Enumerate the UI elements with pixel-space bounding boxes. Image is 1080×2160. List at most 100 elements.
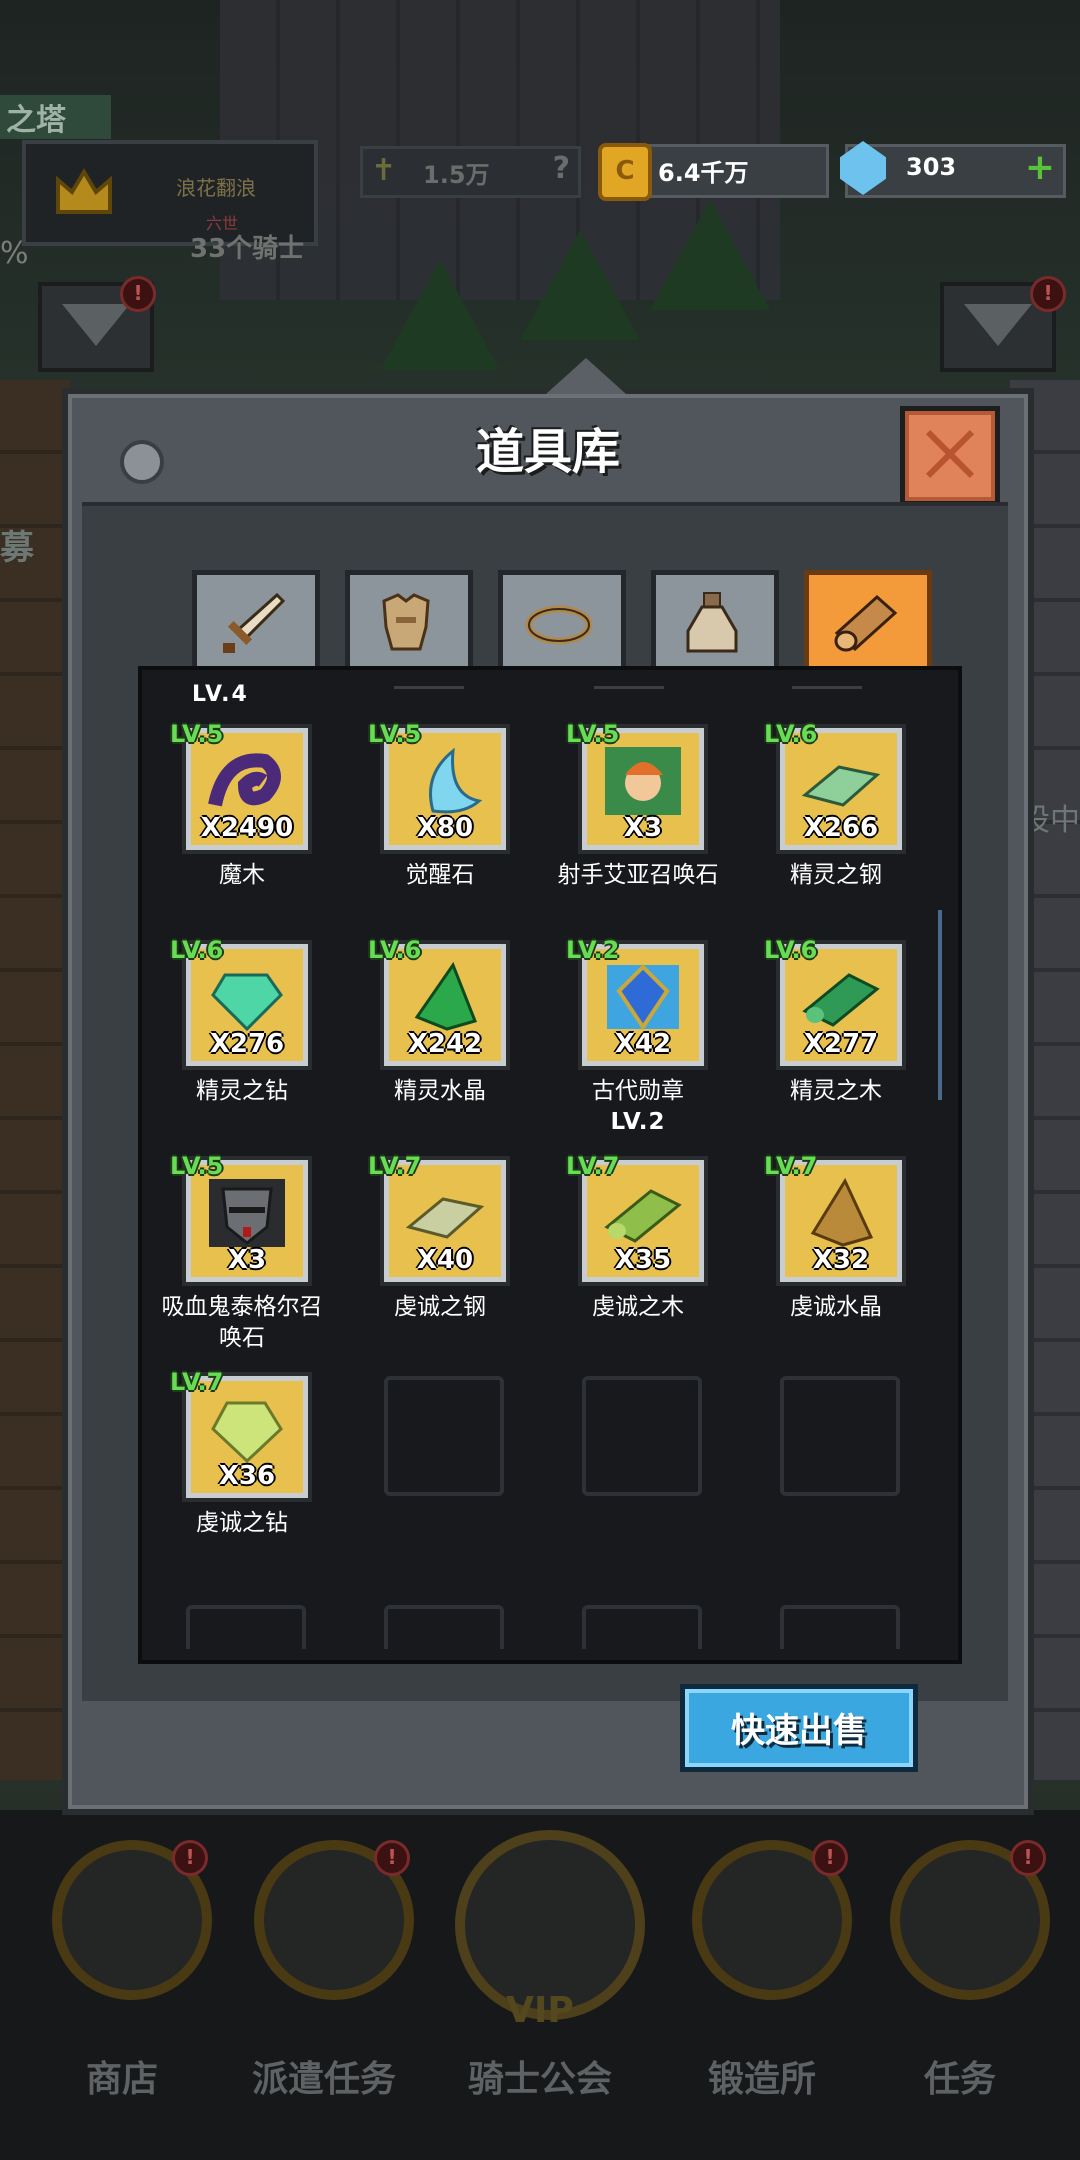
empty-slot <box>780 1376 900 1496</box>
item-name: 古代勋章 LV.2 <box>548 1076 728 1138</box>
item-cell[interactable]: X276 LV.6 精灵之钻 <box>152 936 332 1146</box>
item-quantity: X32 <box>812 1245 870 1275</box>
envelope-icon <box>62 304 130 346</box>
empty-item-cell <box>548 1368 728 1578</box>
empty-slot <box>582 1605 702 1649</box>
gold-value: 6.4千万 <box>658 159 749 187</box>
item-quantity: X80 <box>416 813 474 843</box>
pious-steel-icon <box>405 1197 485 1239</box>
item-cell[interactable]: X277 LV.6 精灵之木 <box>746 936 926 1146</box>
item-level: LV.5 <box>170 1152 224 1180</box>
vip-badge: VIP <box>506 1990 574 2031</box>
item-level: LV.6 <box>368 936 422 964</box>
partial-level-label: LV.4 <box>192 682 249 707</box>
scrollbar[interactable] <box>938 910 942 1100</box>
empty-item-cell <box>746 1368 926 1578</box>
dark-wood-icon <box>208 753 281 807</box>
nav-shop[interactable]: ! 商店 <box>32 1840 212 2100</box>
item-cell[interactable]: X2490 LV.5 魔木 <box>152 720 332 930</box>
item-name: 精灵之木 <box>790 1078 882 1104</box>
item-quantity: X266 <box>803 813 879 843</box>
nav-label: 骑士公会 <box>467 2059 612 2100</box>
nav-guild[interactable]: VIP 骑士公会 <box>450 1830 645 2100</box>
pious-diamond-icon <box>211 1401 283 1464</box>
notification-badge: ! <box>812 1840 848 1876</box>
ancient-medal-icon <box>607 964 679 1031</box>
power-display[interactable]: ✝ 1.5万 ? <box>360 146 581 198</box>
item-cell[interactable]: X42 LV.2 古代勋章 LV.2 <box>548 936 728 1146</box>
nav-quests[interactable]: ! 任务 <box>870 1840 1050 2100</box>
quick-sell-label: 快速出售 <box>731 1711 867 1751</box>
item-level: LV.2 <box>566 936 620 964</box>
notification-badge: ! <box>1010 1840 1046 1876</box>
item-cell[interactable]: X80 LV.5 觉醒石 <box>350 720 530 930</box>
item-cell[interactable]: X266 LV.6 精灵之钢 <box>746 720 926 930</box>
item-cell[interactable]: X35 LV.7 虔诚之木 <box>548 1152 728 1362</box>
tab-armor[interactable] <box>345 570 473 667</box>
knights-count: 33个骑士 <box>190 234 305 264</box>
inventory-modal: 道具库 LV.4 X2490 LV.5 魔木 X80 LV.5 觉醒石 X3 L… <box>62 358 1034 1815</box>
item-grid[interactable]: LV.4 X2490 LV.5 魔木 X80 LV.5 觉醒石 X3 LV.5 射手艾亚召唤石 X… <box>138 666 962 1664</box>
side-label-left: 募 <box>0 528 34 568</box>
elf-wood-icon <box>802 973 880 1027</box>
awakening-stone-icon <box>429 747 483 814</box>
item-sublabel: LV.2 <box>610 1109 666 1135</box>
tab-material[interactable] <box>804 570 932 667</box>
elf-steel-icon <box>801 765 881 807</box>
help-icon[interactable]: ? <box>553 151 570 186</box>
quick-sell-button[interactable]: 快速出售 <box>680 1684 918 1772</box>
item-quantity: X276 <box>209 1029 285 1059</box>
notification-badge: ! <box>1030 276 1066 312</box>
gem-icon <box>840 141 886 195</box>
gem-value: 303 <box>906 153 957 181</box>
log-icon <box>834 594 898 652</box>
tab-weapon[interactable] <box>192 570 320 667</box>
modal-header: 道具库 <box>78 404 1018 506</box>
tower-tag: 之塔 <box>0 95 111 139</box>
item-name: 精灵之钻 <box>196 1078 288 1104</box>
item-name: 虔诚之木 <box>592 1294 684 1320</box>
nav-forge[interactable]: ! 锻造所 <box>672 1840 852 2100</box>
elf-diamond-icon <box>211 973 283 1032</box>
item-quantity: X35 <box>614 1245 672 1275</box>
archer-portrait-icon <box>605 747 681 815</box>
potion-icon <box>686 592 738 653</box>
nav-dispatch[interactable]: ! 派遣任务 <box>234 1840 414 2100</box>
item-name: 虔诚之钻 <box>196 1510 288 1536</box>
tree <box>520 230 640 340</box>
power-value: 1.5万 <box>423 161 490 189</box>
tab-ring[interactable] <box>498 570 626 667</box>
add-gems-button[interactable]: + <box>1025 147 1055 188</box>
item-cell[interactable]: X32 LV.7 虔诚水晶 <box>746 1152 926 1362</box>
item-cell[interactable]: X3 LV.5 吸血鬼泰格尔召唤石 <box>152 1152 332 1362</box>
item-name: 虔诚水晶 <box>790 1294 882 1320</box>
item-name: 魔木 <box>219 862 265 888</box>
item-cell[interactable]: X3 LV.5 射手艾亚召唤石 <box>548 720 728 930</box>
item-cell[interactable]: X242 LV.6 精灵水晶 <box>350 936 530 1146</box>
empty-slot <box>582 1376 702 1496</box>
item-level: LV.7 <box>566 1152 620 1180</box>
empty-slot <box>186 1605 306 1649</box>
item-quantity: X2490 <box>200 813 294 843</box>
item-name: 射手艾亚召唤石 <box>557 862 719 888</box>
item-cell[interactable]: X36 LV.7 虔诚之钻 <box>152 1368 332 1578</box>
item-level: LV.7 <box>368 1152 422 1180</box>
armor-icon <box>382 593 430 651</box>
close-button[interactable] <box>900 406 1000 506</box>
ring-icon <box>525 605 593 645</box>
empty-slot <box>780 1605 900 1649</box>
item-level: LV.5 <box>170 720 224 748</box>
item-quantity: X242 <box>407 1029 483 1059</box>
nav-label: 派遣任务 <box>251 2059 396 2100</box>
empty-slot <box>384 1376 504 1496</box>
left-wall <box>0 380 70 1780</box>
tab-potion[interactable] <box>651 570 779 667</box>
item-cell[interactable]: X40 LV.7 虔诚之钢 <box>350 1152 530 1362</box>
item-level: LV.5 <box>368 720 422 748</box>
item-level: LV.7 <box>170 1368 224 1396</box>
sword-icon <box>223 592 286 653</box>
pious-crystal-icon <box>810 1177 874 1247</box>
item-level: LV.7 <box>764 1152 818 1180</box>
player-name: 浪花翻浪 <box>176 176 256 200</box>
notification-badge: ! <box>120 276 156 312</box>
